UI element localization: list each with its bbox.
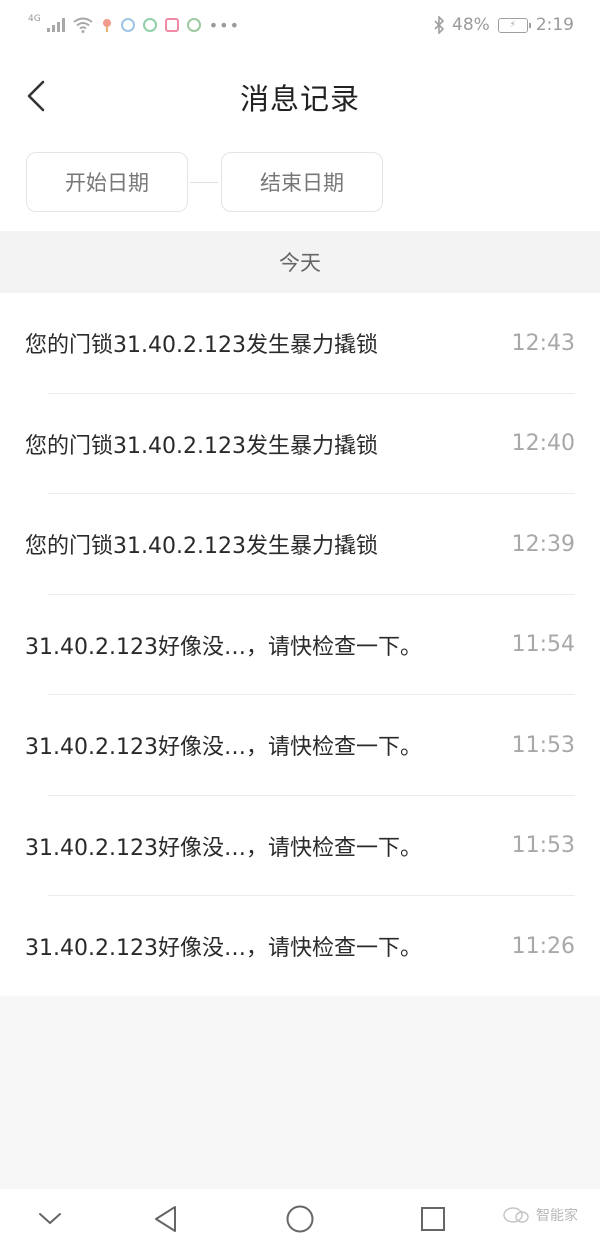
message-row[interactable]: 31.40.2.123好像没…，请快检查一下。 11:26 (0, 896, 600, 997)
circle-home-icon (286, 1205, 314, 1233)
app-icon (142, 18, 157, 32)
message-text: 您的门锁31.40.2.123发生暴力撬锁 (25, 534, 378, 560)
message-row[interactable]: 您的门锁31.40.2.123发生暴力撬锁 12:43 (0, 293, 600, 394)
end-date-button[interactable]: 结束日期 (221, 152, 383, 212)
bluetooth-icon (434, 16, 445, 34)
watermark: 智能家 (502, 1205, 578, 1225)
nav-home-button[interactable] (280, 1199, 320, 1239)
message-time: 11:53 (511, 833, 575, 859)
message-row[interactable]: 您的门锁31.40.2.123发生暴力撬锁 12:39 (0, 494, 600, 595)
nav-recent-button[interactable] (413, 1199, 453, 1239)
start-date-button[interactable]: 开始日期 (26, 152, 188, 212)
app-icon (186, 18, 201, 32)
message-row[interactable]: 31.40.2.123好像没…，请快检查一下。 11:54 (0, 595, 600, 696)
date-separator (190, 182, 218, 183)
more-icon: ••• (208, 15, 241, 35)
wifi-icon (73, 17, 93, 33)
status-bar: 4G ••• 48% ⚡ 2:19 (0, 0, 600, 50)
message-text: 您的门锁31.40.2.123发生暴力撬锁 (25, 333, 378, 359)
message-text: 您的门锁31.40.2.123发生暴力撬锁 (25, 433, 378, 459)
message-text: 31.40.2.123好像没…，请快检查一下。 (25, 835, 422, 861)
message-time: 12:40 (511, 431, 575, 457)
message-list: 您的门锁31.40.2.123发生暴力撬锁 12:43 您的门锁31.40.2.… (0, 293, 600, 996)
page-title: 消息记录 (239, 82, 360, 116)
status-left: 4G ••• (28, 14, 241, 35)
message-time: 12:43 (511, 330, 575, 356)
header: 消息记录 (0, 50, 600, 142)
chevron-down-icon (39, 1213, 61, 1225)
message-time: 11:53 (511, 732, 575, 758)
message-text: 31.40.2.123好像没…，请快检查一下。 (25, 936, 422, 962)
nav-back-button[interactable] (146, 1199, 186, 1239)
location-icon (102, 19, 111, 32)
network-type: 4G (28, 14, 41, 24)
battery-percent: 48% (452, 15, 490, 35)
message-row[interactable]: 31.40.2.123好像没…，请快检查一下。 11:53 (0, 796, 600, 897)
message-time: 11:26 (511, 933, 575, 959)
battery-icon: ⚡ (497, 17, 531, 33)
brand-logo-icon (503, 1207, 529, 1223)
message-text: 31.40.2.123好像没…，请快检查一下。 (25, 634, 422, 660)
message-text: 31.40.2.123好像没…，请快检查一下。 (25, 735, 422, 761)
app-icon (120, 18, 135, 32)
signal-icon (46, 18, 65, 32)
section-header-today: 今天 (0, 231, 600, 293)
status-right: 48% ⚡ 2:19 (434, 15, 574, 35)
message-time: 11:54 (511, 632, 575, 658)
triangle-back-icon (155, 1206, 176, 1232)
status-time: 2:19 (535, 15, 574, 35)
app-icon (164, 18, 179, 32)
message-row[interactable]: 31.40.2.123好像没…，请快检查一下。 11:53 (0, 695, 600, 796)
watermark-text: 智能家 (536, 1208, 578, 1224)
message-time: 12:39 (511, 531, 575, 557)
hide-nav-button[interactable] (30, 1199, 70, 1239)
square-recent-icon (421, 1207, 445, 1231)
date-filter: 开始日期 结束日期 (0, 142, 600, 231)
message-row[interactable]: 您的门锁31.40.2.123发生暴力撬锁 12:40 (0, 394, 600, 495)
system-nav-bar: 智能家 (0, 1189, 600, 1247)
